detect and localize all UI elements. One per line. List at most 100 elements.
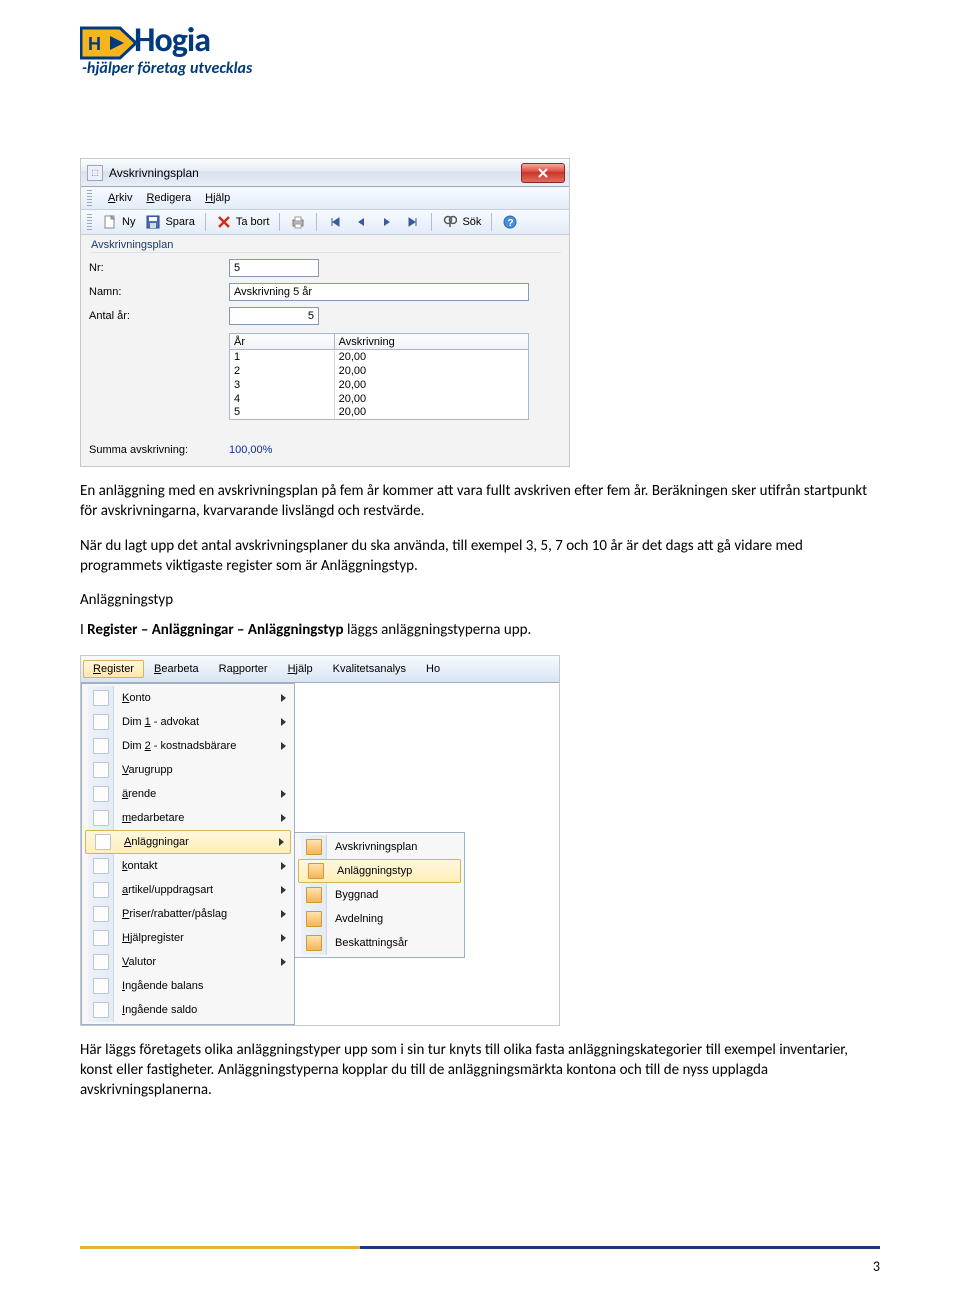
nav-first-button[interactable] (325, 213, 345, 231)
menu-kvalitetsanalys[interactable]: Kvalitetsanalys (323, 660, 416, 678)
help-button[interactable]: ? (500, 213, 520, 231)
page-number: 3 (873, 1258, 880, 1275)
namn-label: Namn: (89, 286, 229, 298)
menu-item-label: Dim 2 - kostnadsbärare (122, 740, 236, 752)
menu-item[interactable]: artikel/uppdragsart (84, 878, 292, 902)
first-icon (327, 214, 343, 230)
submenu-item[interactable]: Byggnad (297, 883, 462, 907)
menu-item[interactable]: kontakt (84, 854, 292, 878)
menu-item[interactable]: medarbetare (84, 806, 292, 830)
list-icon (93, 906, 109, 922)
chevron-right-icon (281, 934, 286, 942)
table-row[interactable]: 320,00 (230, 378, 529, 392)
menubar: Arkiv Redigera Hjälp (81, 187, 569, 210)
cell-avskr: 20,00 (334, 392, 528, 406)
namn-input[interactable] (229, 283, 529, 301)
print-icon (290, 214, 306, 230)
menu-item[interactable]: Ingående balans (84, 974, 292, 998)
table-row[interactable]: 420,00 (230, 392, 529, 406)
submenu-item-label: Avskrivningsplan (335, 841, 417, 853)
nr-input[interactable] (229, 259, 319, 277)
table-row[interactable]: 120,00 (230, 350, 529, 364)
close-button[interactable] (521, 163, 565, 183)
list-icon (93, 930, 109, 946)
chevron-right-icon (281, 910, 286, 918)
new-icon (102, 214, 118, 230)
nav-last-button[interactable] (403, 213, 423, 231)
submenu-item-label: Beskattningsår (335, 937, 408, 949)
list-icon (93, 810, 109, 826)
delete-button[interactable]: Ta bort (214, 213, 272, 231)
search-icon (442, 214, 458, 230)
folder-icon (306, 839, 322, 855)
menu-ho[interactable]: Ho (416, 660, 450, 678)
menu-item[interactable]: Dim 2 - kostnadsbärare (84, 734, 292, 758)
list-icon (93, 786, 109, 802)
separator (279, 213, 280, 231)
nav-prev-button[interactable] (351, 213, 371, 231)
menu-item[interactable]: Varugrupp (84, 758, 292, 782)
cell-avskr: 20,00 (334, 406, 528, 420)
menu-item[interactable]: Anläggningar (85, 830, 291, 854)
submenu-item[interactable]: Avskrivningsplan (297, 835, 462, 859)
menu-item-label: Varugrupp (122, 764, 173, 776)
menu-item[interactable]: Hjälpregister (84, 926, 292, 950)
submenu-item[interactable]: Anläggningstyp (298, 859, 461, 883)
svg-text:H: H (88, 34, 101, 54)
last-icon (405, 214, 421, 230)
submenu-item[interactable]: Beskattningsår (297, 931, 462, 955)
table-row[interactable]: 220,00 (230, 364, 529, 378)
menu-item[interactable]: Ingående saldo (84, 998, 292, 1022)
save-icon (145, 214, 161, 230)
close-icon (537, 168, 549, 178)
folder-icon (306, 911, 322, 927)
prev-icon (353, 214, 369, 230)
nav-next-button[interactable] (377, 213, 397, 231)
menu-item[interactable]: Dim 1 - advokat (84, 710, 292, 734)
menu-item[interactable]: Valutor (84, 950, 292, 974)
cell-ar: 1 (230, 350, 335, 364)
list-icon (93, 690, 109, 706)
print-button[interactable] (288, 213, 308, 231)
cell-ar: 3 (230, 378, 335, 392)
col-ar[interactable]: År (230, 334, 335, 350)
menu-item-label: kontakt (122, 860, 157, 872)
list-icon (93, 954, 109, 970)
menu-item[interactable]: ärende (84, 782, 292, 806)
menu-hjalp[interactable]: Hjälp (205, 192, 230, 204)
menu-hjalp-2[interactable]: Hjälp (278, 660, 323, 678)
antal-label: Antal år: (89, 310, 229, 322)
menu-register[interactable]: Register (83, 660, 144, 678)
heading-anlaggningstyp: Anläggningstyp (80, 590, 880, 610)
nr-label: Nr: (89, 262, 229, 274)
menu-rapporter[interactable]: Rapporter (209, 660, 278, 678)
separator (205, 213, 206, 231)
new-button[interactable]: Ny (100, 213, 137, 231)
next-icon (379, 214, 395, 230)
col-avskr[interactable]: Avskrivning (334, 334, 528, 350)
menu-arkiv[interactable]: Arkiv (108, 192, 132, 204)
list-icon (93, 1002, 109, 1018)
table-row[interactable]: 520,00 (230, 406, 529, 420)
menu-redigera[interactable]: Redigera (146, 192, 191, 204)
separator (431, 213, 432, 231)
dropdown-anlaggningar: Avskrivningsplan AnläggningstypByggnadAvd… (295, 832, 465, 958)
menu-item[interactable]: Konto (84, 686, 292, 710)
register-menu-screenshot: Register Bearbeta Rapporter Hjälp Kvalit… (80, 655, 560, 1026)
cell-ar: 5 (230, 406, 335, 420)
menu-item-label: Hjälpregister (122, 932, 184, 944)
antal-input[interactable] (229, 307, 319, 325)
para3-post: läggs anläggningstyperna upp. (344, 621, 532, 639)
save-button[interactable]: Spara (143, 213, 196, 231)
menu-item[interactable]: Priser/rabatter/påslag (84, 902, 292, 926)
list-icon (95, 834, 111, 850)
menu-bearbeta[interactable]: Bearbeta (144, 660, 209, 678)
list-icon (93, 762, 109, 778)
toolbar: Ny Spara Ta bort Sök (81, 210, 569, 235)
search-button[interactable]: Sök (440, 213, 483, 231)
sum-value: 100,00% (229, 444, 272, 456)
new-label: Ny (122, 216, 135, 228)
submenu-item[interactable]: Avdelning (297, 907, 462, 931)
menu-item-label: Ingående balans (122, 980, 203, 992)
menu-item-label: medarbetare (122, 812, 184, 824)
